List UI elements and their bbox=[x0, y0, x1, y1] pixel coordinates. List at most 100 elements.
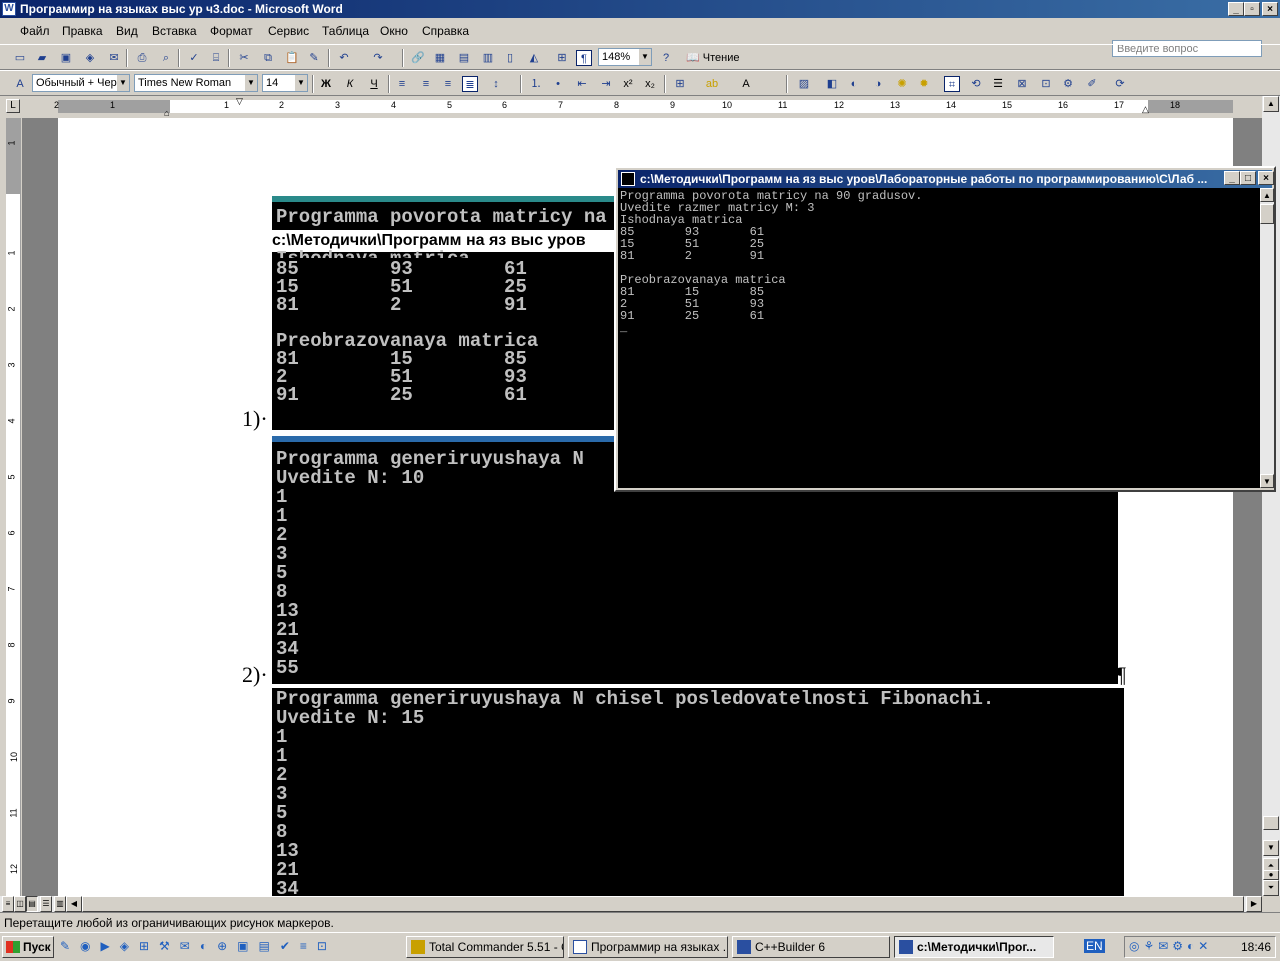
superscript-icon[interactable]: x² bbox=[620, 76, 636, 92]
increase-indent-icon[interactable]: ⇥ bbox=[598, 76, 614, 92]
crop-icon[interactable]: ⌗ bbox=[944, 76, 960, 92]
paste-icon[interactable]: 📋 bbox=[284, 50, 300, 66]
styles-pane-icon[interactable]: A bbox=[12, 76, 28, 92]
console-output[interactable]: Programma povorota matricy na 90 graduso… bbox=[618, 188, 1260, 488]
horizontal-scrollbar[interactable]: ≡ ◫ ▤ ☰ ▥ ◀ ▶ bbox=[0, 896, 1262, 912]
picture-color-icon[interactable]: ◧ bbox=[824, 76, 840, 92]
align-center-icon[interactable]: ≡ bbox=[418, 76, 434, 92]
console-window[interactable]: c:\Методички\Программ на яз выс уров\Лаб… bbox=[614, 166, 1276, 492]
console-minimize-button[interactable]: _ bbox=[1224, 171, 1240, 185]
font-color-icon[interactable]: A bbox=[738, 76, 754, 92]
document-map-icon[interactable]: ⊞ bbox=[554, 50, 570, 66]
image-matrix-console[interactable]: Programma povorota matricy na c:\Методич… bbox=[272, 196, 622, 430]
rotate-icon[interactable]: ⟲ bbox=[968, 76, 984, 92]
start-button[interactable]: Пуск bbox=[2, 936, 54, 958]
word-icon[interactable]: W bbox=[2, 2, 16, 16]
menu-format[interactable]: Формат bbox=[210, 24, 253, 38]
format-painter-icon[interactable]: ✎ bbox=[306, 50, 322, 66]
columns-icon[interactable]: ▯ bbox=[502, 50, 518, 66]
email-icon[interactable]: ✉ bbox=[106, 50, 122, 66]
select-browse-object-button[interactable]: ● bbox=[1263, 870, 1279, 880]
quick-launch-icon[interactable]: ✎◉▶◈⊞⚒✉◐⊕▣▤✔≡⊡ bbox=[60, 939, 337, 953]
chevron-down-icon[interactable]: ▼ bbox=[245, 75, 257, 91]
print-preview-icon[interactable]: ⌕ bbox=[158, 50, 174, 66]
menu-file[interactable]: Файл bbox=[20, 24, 50, 38]
menu-edit[interactable]: Правка bbox=[62, 24, 103, 38]
chevron-down-icon[interactable]: ▼ bbox=[295, 75, 307, 91]
align-left-icon[interactable]: ≡ bbox=[394, 76, 410, 92]
spelling-icon[interactable]: ✓ bbox=[186, 50, 202, 66]
tray-icons[interactable]: ◎⚘✉⚙◐✕ bbox=[1129, 939, 1212, 953]
restore-button[interactable]: ▫ bbox=[1244, 2, 1260, 16]
left-indent-marker[interactable]: ⌂ bbox=[164, 108, 169, 118]
quick-launch-bar[interactable]: ✎◉▶◈⊞⚒✉◐⊕▣▤✔≡⊡ bbox=[60, 939, 400, 955]
help-icon[interactable]: ? bbox=[658, 50, 674, 66]
language-indicator[interactable]: EN bbox=[1084, 939, 1105, 953]
font-select[interactable]: Times New Roman ▼ bbox=[134, 74, 258, 92]
console-maximize-button[interactable]: □ bbox=[1240, 171, 1256, 185]
console-scroll-up-button[interactable]: ▲ bbox=[1260, 188, 1274, 202]
scroll-left-button[interactable]: ◀ bbox=[66, 896, 82, 912]
less-brightness-icon[interactable]: ✹ bbox=[916, 76, 932, 92]
subscript-icon[interactable]: x₂ bbox=[642, 76, 658, 92]
line-style-icon[interactable]: ☰ bbox=[990, 76, 1006, 92]
new-document-icon[interactable]: ▭ bbox=[12, 50, 28, 66]
show-formatting-icon[interactable]: ¶ bbox=[576, 50, 592, 66]
align-right-icon[interactable]: ≡ bbox=[440, 76, 456, 92]
bullets-icon[interactable]: • bbox=[550, 76, 566, 92]
chevron-down-icon[interactable]: ▼ bbox=[117, 75, 129, 91]
save-icon[interactable]: ▣ bbox=[58, 50, 74, 66]
research-icon[interactable]: ⌸ bbox=[208, 50, 224, 66]
horizontal-ruler[interactable]: L 2 1 1 2 3 4 5 6 7 8 9 10 11 12 13 14 1… bbox=[0, 96, 1280, 118]
reading-mode-button[interactable]: 📖 Чтение bbox=[686, 50, 746, 66]
italic-icon[interactable]: К bbox=[342, 76, 358, 92]
image-fibonacci-15-console[interactable]: Programma generiruyushaya N chisel posle… bbox=[272, 688, 1124, 896]
format-picture-icon[interactable]: ⚙ bbox=[1060, 76, 1076, 92]
set-transparent-color-icon[interactable]: ✐ bbox=[1084, 76, 1100, 92]
menu-insert[interactable]: Вставка bbox=[152, 24, 197, 38]
menu-view[interactable]: Вид bbox=[116, 24, 138, 38]
print-icon[interactable]: ⎙ bbox=[134, 50, 150, 66]
reading-view-button[interactable]: ▥ bbox=[54, 896, 66, 912]
taskbar-item-cpp-builder[interactable]: C++Builder 6 bbox=[732, 936, 890, 958]
line-spacing-icon[interactable]: ↕ bbox=[488, 76, 504, 92]
compress-icon[interactable]: ⊠ bbox=[1014, 76, 1030, 92]
menu-window[interactable]: Окно bbox=[380, 24, 408, 38]
console-close-button[interactable]: × bbox=[1258, 171, 1274, 185]
scroll-right-button[interactable]: ▶ bbox=[1246, 896, 1262, 912]
menu-table[interactable]: Таблица bbox=[322, 24, 369, 38]
drawing-icon[interactable]: ◭ bbox=[526, 50, 542, 66]
chevron-down-icon[interactable]: ▼ bbox=[639, 49, 651, 65]
taskbar-item-console[interactable]: c:\Методички\Прог... bbox=[894, 936, 1054, 958]
scroll-thumb[interactable] bbox=[1263, 816, 1279, 830]
vertical-ruler[interactable]: 1 1 2 3 4 5 6 7 8 9 10 11 12 bbox=[6, 118, 21, 896]
brightness-icon[interactable]: ✺ bbox=[894, 76, 910, 92]
permission-icon[interactable]: ◈ bbox=[82, 50, 98, 66]
text-wrapping-icon[interactable]: ⊡ bbox=[1038, 76, 1054, 92]
minimize-button[interactable]: _ bbox=[1228, 2, 1244, 16]
highlight-icon[interactable]: ab bbox=[704, 76, 720, 92]
console-scroll-thumb[interactable] bbox=[1260, 204, 1274, 224]
scroll-down-button[interactable]: ▼ bbox=[1263, 840, 1279, 856]
more-contrast-icon[interactable]: ◑ bbox=[870, 76, 886, 92]
cut-icon[interactable]: ✂ bbox=[236, 50, 252, 66]
decrease-indent-icon[interactable]: ⇤ bbox=[574, 76, 590, 92]
tables-borders-icon[interactable]: ▦ bbox=[432, 50, 448, 66]
console-vertical-scrollbar[interactable]: ▲ ▼ bbox=[1260, 188, 1274, 488]
insert-table-icon[interactable]: ▤ bbox=[456, 50, 472, 66]
menu-help[interactable]: Справка bbox=[422, 24, 469, 38]
hyperlink-icon[interactable]: 🔗 bbox=[410, 50, 426, 66]
outline-view-button[interactable]: ☰ bbox=[40, 896, 52, 912]
close-button[interactable]: × bbox=[1262, 2, 1278, 16]
console-scroll-down-button[interactable]: ▼ bbox=[1260, 474, 1274, 488]
underline-icon[interactable]: Ч bbox=[366, 76, 382, 92]
undo-icon[interactable]: ↶ bbox=[336, 50, 352, 66]
scroll-up-button[interactable]: ▲ bbox=[1263, 96, 1279, 112]
menu-tools[interactable]: Сервис bbox=[268, 24, 309, 38]
contrast-icon[interactable]: ◐ bbox=[846, 76, 862, 92]
open-icon[interactable]: ▰ bbox=[34, 50, 50, 66]
font-size-select[interactable]: 14 ▼ bbox=[262, 74, 308, 92]
redo-icon[interactable]: ↷ bbox=[370, 50, 386, 66]
taskbar-item-word[interactable]: Программир на языках ... bbox=[568, 936, 728, 958]
first-line-indent-marker[interactable]: ▽ bbox=[236, 96, 243, 107]
